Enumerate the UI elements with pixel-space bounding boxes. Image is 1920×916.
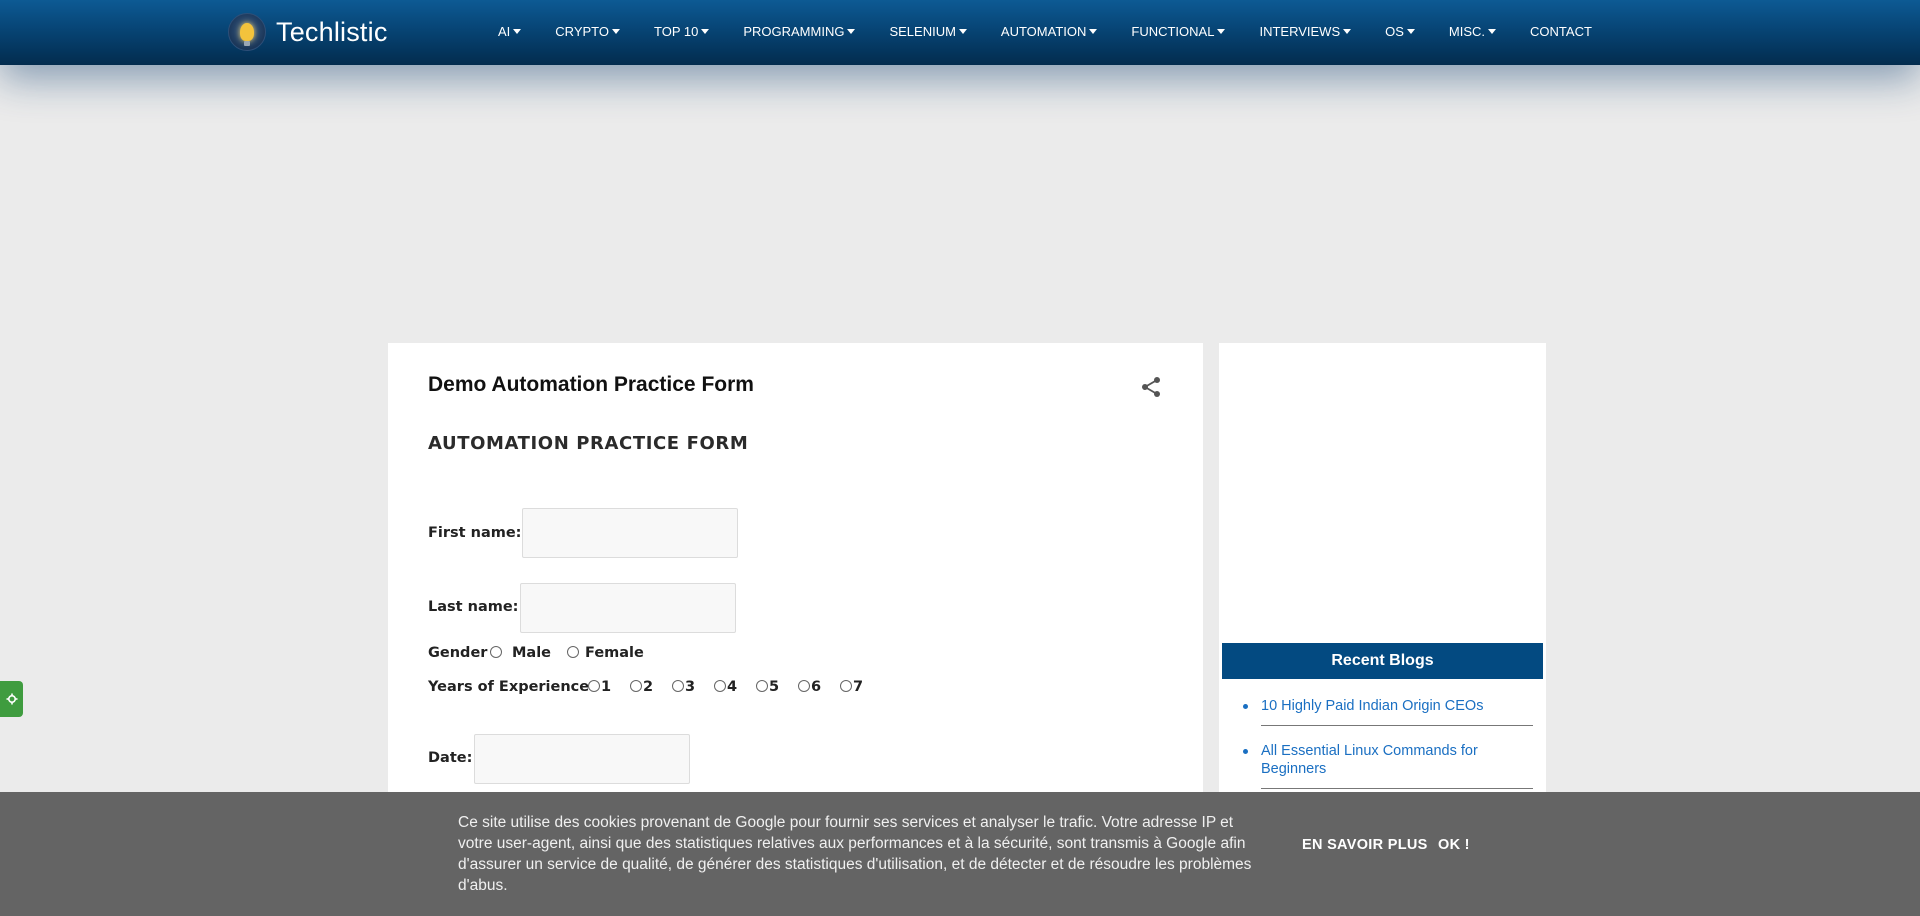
caret-down-icon: [513, 28, 522, 34]
caret-down-icon: [1406, 28, 1415, 34]
cookie-banner: Ce site utilise des cookies provenant de…: [0, 792, 1920, 916]
gear-icon: [6, 693, 17, 705]
experience-option-label: 7: [853, 679, 864, 695]
first-name-input[interactable]: [522, 508, 738, 558]
nav-item-top10[interactable]: TOP 10: [654, 24, 710, 39]
experience-radio-6[interactable]: [798, 680, 810, 692]
experience-option-label: 2: [643, 679, 654, 695]
top-navbar: Techlistic AI CRYPTO TOP 10 PROGRAMMING …: [0, 0, 1920, 65]
caret-down-icon: [958, 28, 967, 34]
post-title: Demo Automation Practice Form: [428, 373, 754, 396]
cookie-message: Ce site utilise des cookies provenant de…: [458, 814, 1252, 894]
last-name-label: Last name:: [428, 599, 519, 615]
nav-item-automation[interactable]: AUTOMATION: [1001, 24, 1098, 39]
gender-female-radio[interactable]: [567, 646, 579, 658]
recent-blogs-list: 10 Highly Paid Indian Origin CEOs All Es…: [1237, 697, 1533, 805]
experience-radio-3[interactable]: [672, 680, 684, 692]
list-item: 10 Highly Paid Indian Origin CEOs: [1237, 697, 1527, 715]
recent-blog-link[interactable]: 10 Highly Paid Indian Origin CEOs: [1261, 698, 1483, 714]
caret-down-icon: [1343, 28, 1352, 34]
experience-radio-2[interactable]: [630, 680, 642, 692]
caret-down-icon: [612, 28, 620, 34]
site-name: Techlistic: [276, 16, 388, 47]
nav-item-functional[interactable]: FUNCTIONAL: [1131, 24, 1226, 39]
nav-item-os[interactable]: OS: [1385, 24, 1415, 39]
nav-item-selenium[interactable]: SELENIUM: [889, 24, 967, 39]
list-item: All Essential Linux Commands for Beginne…: [1237, 742, 1527, 778]
nav-item-programming[interactable]: PROGRAMMING: [743, 24, 856, 39]
experience-label: Years of Experience: [428, 679, 590, 695]
site-logo[interactable]: Techlistic: [228, 12, 388, 52]
recent-blog-link[interactable]: All Essential Linux Commands for Beginne…: [1261, 743, 1478, 777]
caret-down-icon: [1488, 28, 1497, 34]
caret-down-icon: [701, 28, 710, 34]
nav-item-misc[interactable]: MISC.: [1449, 24, 1497, 39]
experience-option-label: 1: [601, 679, 612, 695]
experience-option-label: 4: [727, 679, 738, 695]
learn-more-button[interactable]: EN SAVOIR PLUS: [1302, 837, 1428, 853]
form-heading: AUTOMATION PRACTICE FORM: [428, 433, 749, 454]
main-nav: AI CRYPTO TOP 10 PROGRAMMING SELENIUM AU…: [498, 0, 1592, 62]
experience-option-label: 6: [811, 679, 822, 695]
lightbulb-icon: [228, 13, 266, 51]
first-name-label: First name:: [428, 525, 522, 541]
experience-radio-4[interactable]: [714, 680, 726, 692]
ok-button[interactable]: OK !: [1438, 837, 1470, 853]
divider: [1261, 725, 1533, 726]
experience-option-label: 5: [769, 679, 780, 695]
divider: [1261, 788, 1533, 789]
nav-item-crypto[interactable]: CRYPTO: [555, 24, 620, 39]
nav-item-contact[interactable]: CONTACT: [1530, 24, 1592, 39]
gender-male-label: Male: [512, 645, 552, 661]
gender-label: Gender: [428, 645, 488, 661]
caret-down-icon: [1089, 28, 1098, 34]
gender-male-radio[interactable]: [490, 646, 502, 658]
experience-radio-1[interactable]: [588, 680, 600, 692]
experience-option-label: 3: [685, 679, 696, 695]
date-input[interactable]: [474, 734, 690, 784]
experience-radio-5[interactable]: [756, 680, 768, 692]
nav-item-ai[interactable]: AI: [498, 24, 522, 39]
caret-down-icon: [1217, 28, 1226, 34]
recent-blogs-header: Recent Blogs: [1222, 643, 1543, 679]
last-name-input[interactable]: [520, 583, 736, 633]
share-icon[interactable]: [1140, 375, 1162, 399]
settings-tab[interactable]: [0, 681, 23, 717]
nav-item-interviews[interactable]: INTERVIEWS: [1259, 24, 1352, 39]
gender-female-label: Female: [585, 645, 644, 661]
caret-down-icon: [847, 28, 856, 34]
date-label: Date:: [428, 750, 473, 766]
experience-radio-7[interactable]: [840, 680, 852, 692]
